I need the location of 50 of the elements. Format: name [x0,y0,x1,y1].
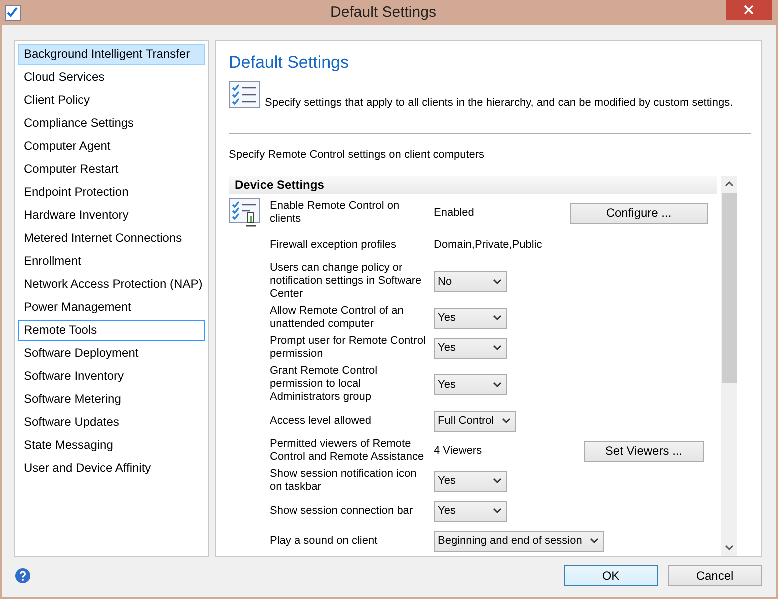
dropdown[interactable]: No [434,271,507,292]
setting-value: Domain,Private,Public [434,239,542,251]
dropdown[interactable]: Yes [434,374,507,395]
category-item[interactable]: Endpoint Protection [18,182,205,203]
setting-value: 4 Viewers [434,445,482,457]
category-item[interactable]: Software Metering [18,389,205,410]
setting-label: Grant Remote Control permission to local Administrators group [270,365,379,404]
setting-label: Permitted viewers of Remote Control and Remote Assistance [270,438,426,464]
action-button[interactable]: Set Viewers ... [584,440,704,462]
category-item[interactable]: Software Updates [18,412,205,433]
category-item[interactable]: Power Management [18,297,205,318]
category-item[interactable]: Remote Tools [18,320,205,341]
dropdown[interactable]: Yes [434,470,507,492]
category-item[interactable]: Compliance Settings [18,113,205,134]
dropdown[interactable]: Beginning and end of session [434,530,604,552]
dropdown[interactable]: Yes [434,500,507,522]
page-title: Default Settings [229,53,350,73]
dropdown[interactable]: Yes [434,308,507,328]
section-header: Device Settings [229,176,717,194]
category-item[interactable]: Metered Internet Connections [18,228,205,249]
category-item[interactable]: Network Access Protection (NAP) [18,274,205,295]
setting-label: Prompt user for Remote Control permission [270,335,427,361]
category-item[interactable]: Software Deployment [18,343,205,364]
category-item[interactable]: State Messaging [18,435,205,456]
dialog-button[interactable]: Cancel [668,565,762,586]
setting-label: Show session connection bar [270,504,414,518]
setting-label: Enable Remote Control on clients [270,200,401,226]
dropdown[interactable]: Full Control [434,410,516,432]
dropdown[interactable]: Yes [434,338,507,358]
setting-label: Access level allowed [270,414,372,428]
category-item[interactable]: Enrollment [18,251,205,272]
category-item[interactable]: Computer Restart [18,159,205,180]
category-item[interactable]: Client Policy [18,90,205,111]
setting-label: Play a sound on client [270,534,379,548]
subtitle-text: Specify Remote Control settings on client computers [229,149,486,161]
category-item[interactable]: Cloud Services [18,67,205,88]
dialog-button[interactable]: OK [564,565,658,586]
category-item[interactable]: Software Inventory [18,366,205,387]
setting-value: Enabled [434,207,474,219]
setting-label: Allow Remote Control of an unattended computer [270,305,405,331]
category-item[interactable]: User and Device Affinity [18,458,205,479]
setting-label: Show session notification icon on taskbar [270,468,418,494]
description-text: Specify settings that apply to all clients in the hierarchy, and can be modified by custom settings. [265,97,734,109]
setting-label: Users can change policy or notification settings in Software Center [270,262,423,301]
category-item[interactable]: Computer Agent [18,136,205,157]
window-title: Default Settings [330,4,438,21]
category-item[interactable]: Hardware Inventory [18,205,205,226]
action-button[interactable]: Configure ... [570,202,708,224]
setting-label: Firewall exception profiles [270,238,398,252]
category-item[interactable]: Background Intelligent Transfer [18,44,205,65]
